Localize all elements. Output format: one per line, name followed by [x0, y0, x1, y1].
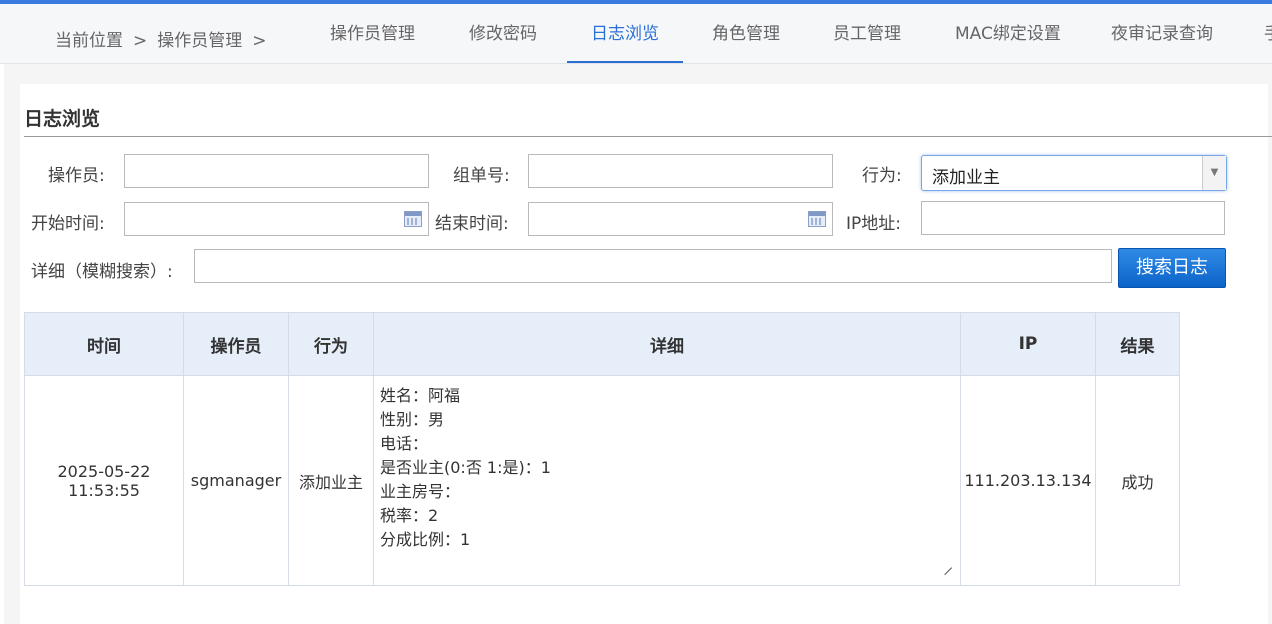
breadcrumb-current[interactable]: 操作员管理 [157, 31, 242, 51]
detail-line: 是否业主(0:否 1:是)：1 [380, 458, 551, 477]
ip-label: IP地址: [846, 214, 901, 234]
breadcrumb-separator: > [133, 31, 148, 51]
breadcrumb-prefix: 当前位置 [55, 31, 123, 51]
end-time-input[interactable] [528, 202, 833, 236]
cell-result: 成功 [1095, 375, 1180, 586]
log-table: 时间 操作员 行为 详细 IP 结果 2025-05-22 11:53:55 s… [24, 312, 1180, 586]
action-label: 行为: [862, 166, 902, 186]
table-row: 2025-05-22 11:53:55 sgmanager 添加业主 姓名：阿福… [24, 375, 1180, 586]
tab-staff-management[interactable]: 员工管理 [833, 4, 901, 63]
cell-ip: 111.203.13.134 [960, 375, 1096, 586]
order-number-label: 组单号: [453, 166, 510, 186]
cell-time: 2025-05-22 11:53:55 [24, 375, 184, 586]
calendar-icon[interactable] [808, 211, 826, 227]
tab-operator-management[interactable]: 操作员管理 [330, 4, 415, 63]
detail-search-input[interactable] [194, 249, 1112, 283]
tab-role-management[interactable]: 角色管理 [712, 4, 780, 63]
breadcrumb-separator-2: > [252, 31, 267, 51]
cell-operator: sgmanager [183, 375, 289, 586]
cell-action: 添加业主 [288, 375, 374, 586]
detail-line: 性别：男 [380, 410, 445, 429]
end-time-label: 结束时间: [435, 214, 509, 234]
detail-line: 分成比例：1 [380, 530, 471, 549]
column-header-result: 结果 [1095, 312, 1180, 376]
chevron-down-icon[interactable]: ▼ [1202, 156, 1226, 190]
order-number-input[interactable] [528, 154, 833, 188]
cell-time-date: 2025-05-22 [57, 461, 151, 481]
detail-line: 业主房号： [380, 482, 461, 501]
section-title: 日志浏览 [24, 108, 101, 130]
tab-change-password[interactable]: 修改密码 [469, 4, 537, 63]
column-header-operator: 操作员 [183, 312, 289, 376]
action-select[interactable]: 添加业主 ▼ [921, 155, 1227, 191]
search-log-button[interactable]: 搜索日志 [1118, 248, 1226, 288]
detail-line: 税率：2 [380, 506, 439, 525]
column-header-action: 行为 [288, 312, 374, 376]
detail-line: 电话： [380, 434, 429, 453]
breadcrumb: 当前位置 > 操作员管理 > [55, 26, 277, 51]
column-header-ip: IP [960, 312, 1096, 376]
operator-input[interactable] [124, 154, 429, 188]
top-nav: 当前位置 > 操作员管理 > 操作员管理 修改密码 日志浏览 角色管理 员工管理 MA… [0, 4, 1272, 64]
tab-log-browse[interactable]: 日志浏览 [567, 4, 683, 63]
tab-night-audit-query[interactable]: 夜审记录查询 [1111, 4, 1213, 63]
cell-detail-textarea[interactable]: 姓名：阿福 性别：男 电话： 是否业主(0:否 1:是)：1 业主房号： 税率：… [373, 375, 961, 586]
detail-search-label: 详细（模糊搜索）: [31, 262, 173, 282]
cell-time-clock: 11:53:55 [68, 480, 140, 500]
column-header-time: 时间 [24, 312, 184, 376]
action-select-value: 添加业主 [932, 168, 1000, 188]
start-time-input[interactable] [124, 202, 429, 236]
operator-label: 操作员: [48, 166, 105, 186]
calendar-icon[interactable] [404, 211, 422, 227]
detail-line: 姓名：阿福 [380, 386, 461, 405]
section-divider [24, 136, 1272, 137]
resize-handle-icon[interactable] [937, 560, 953, 576]
column-header-detail: 详细 [373, 312, 961, 376]
start-time-label: 开始时间: [31, 214, 105, 234]
tab-overflow[interactable]: 手 [1264, 4, 1272, 63]
ip-input[interactable] [921, 201, 1225, 235]
table-header-row: 时间 操作员 行为 详细 IP 结果 [24, 312, 1180, 376]
tab-mac-binding[interactable]: MAC绑定设置 [955, 4, 1061, 63]
